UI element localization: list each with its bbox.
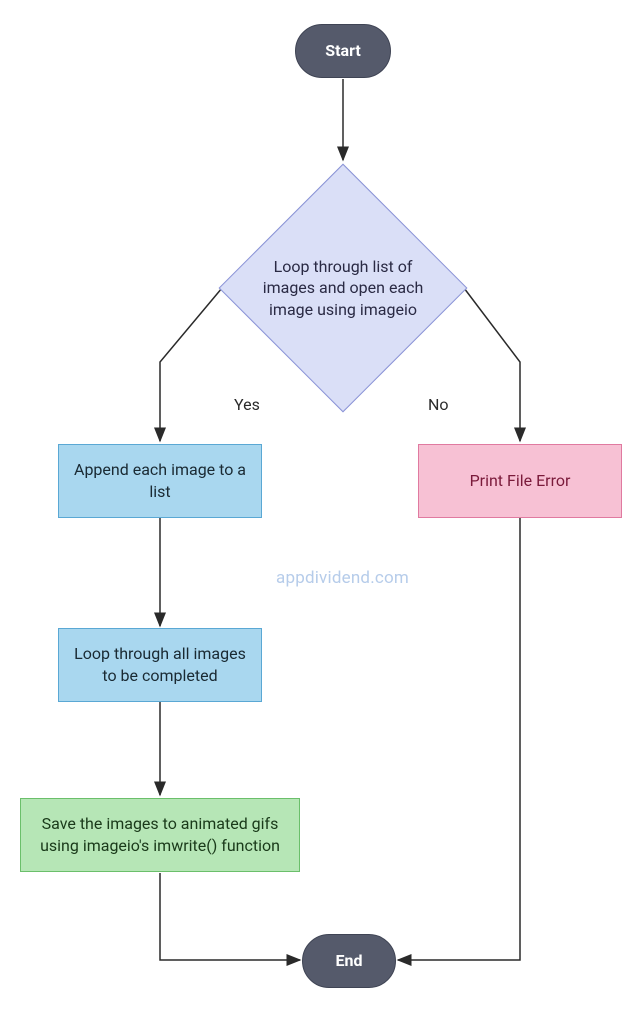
decision-text: Loop through list of images and open eac… [218,163,468,413]
append-node: Append each image to a list [58,444,262,518]
save-text: Save the images to animated gifs using i… [35,813,285,856]
append-text: Append each image to a list [71,459,249,502]
loop-text: Loop through all images to be completed [71,643,249,686]
start-node: Start [295,24,391,78]
save-node: Save the images to animated gifs using i… [20,798,300,872]
error-text: Print File Error [470,470,571,492]
edge-yes-label: Yes [234,395,260,414]
end-label: End [336,950,363,972]
edge-no-label: No [428,395,449,414]
start-label: Start [325,40,361,62]
decision-node: Loop through list of images and open eac… [218,163,468,413]
watermark-text: appdividend.com [276,568,409,588]
end-node: End [302,934,396,988]
error-node: Print File Error [418,444,622,518]
loop-node: Loop through all images to be completed [58,628,262,702]
